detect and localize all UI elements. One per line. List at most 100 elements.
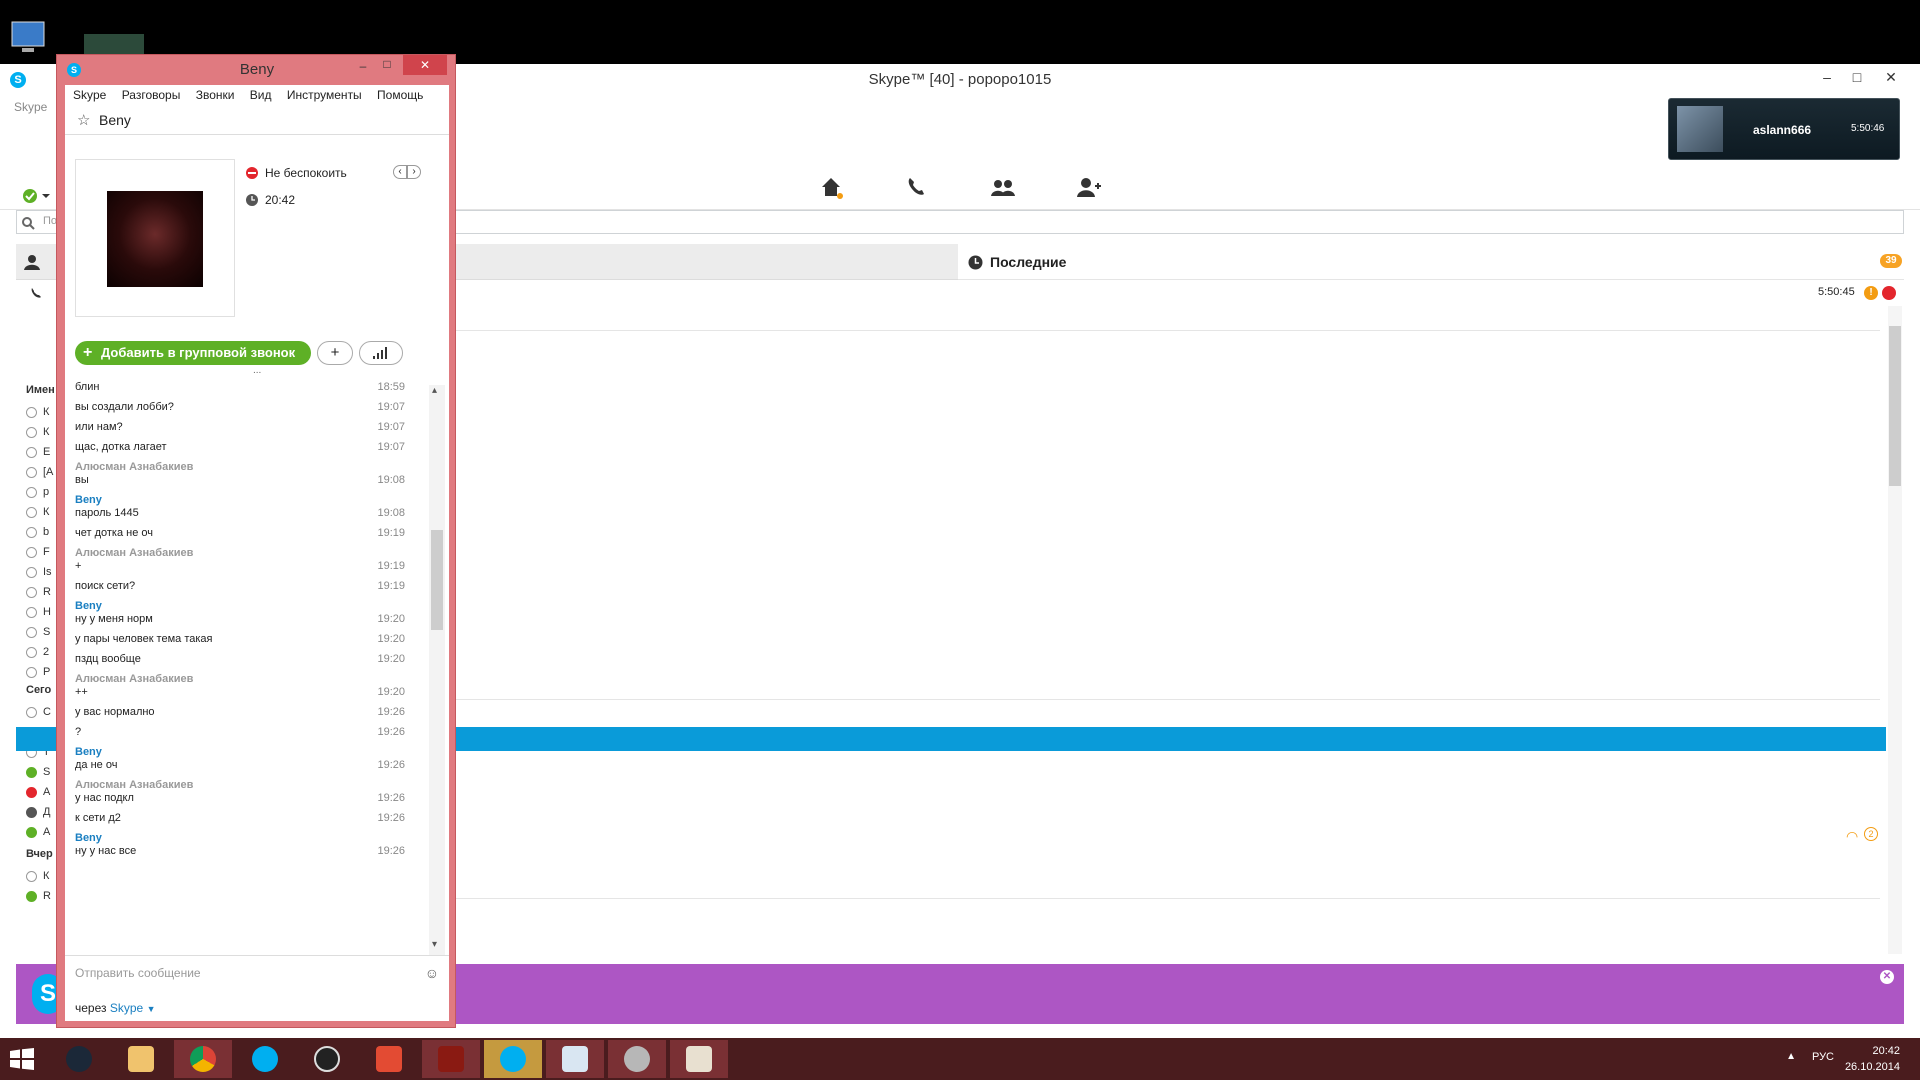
status-prev-button[interactable]: ‹ xyxy=(393,165,407,179)
chat-window: S Beny – □ ✕ Skype Разговоры Звонки Вид … xyxy=(56,54,456,1028)
emoticon-icon[interactable]: ☺ xyxy=(425,956,439,990)
recent-tab-label: Последние xyxy=(990,254,1067,270)
chat-close-button[interactable]: ✕ xyxy=(403,55,447,75)
contact-row[interactable]: F xyxy=(26,546,56,562)
contact-name-fragment: S xyxy=(43,766,51,778)
add-contact-icon[interactable] xyxy=(1076,174,1102,200)
close-button[interactable]: ✕ xyxy=(1876,64,1906,92)
phone-small-icon xyxy=(31,288,41,298)
add-button[interactable]: + xyxy=(317,341,353,365)
menu-view[interactable]: Вид xyxy=(250,88,272,102)
contact-row[interactable]: 2 xyxy=(26,646,56,662)
main-scrollbar-thumb[interactable] xyxy=(1889,326,1901,486)
folder-icon xyxy=(128,1046,154,1072)
taskbar-chrome[interactable] xyxy=(174,1040,232,1078)
menu-tools[interactable]: Инструменты xyxy=(287,88,362,102)
taskbar-disc[interactable] xyxy=(608,1040,666,1078)
contact-row[interactable]: р xyxy=(26,486,56,502)
taskbar-steam[interactable] xyxy=(50,1040,108,1078)
contacts-icon[interactable] xyxy=(990,174,1016,200)
contact-row[interactable]: К xyxy=(26,506,56,522)
contact-row[interactable]: Is xyxy=(26,566,56,582)
maximize-button[interactable]: □ xyxy=(1842,64,1872,92)
message-row: пароль 1445 19:08 xyxy=(75,507,405,519)
menu-conversations[interactable]: Разговоры xyxy=(122,88,181,102)
contact-name-fragment: R xyxy=(43,890,51,902)
taskbar-obs[interactable] xyxy=(298,1040,356,1078)
contact-row[interactable]: К xyxy=(26,406,56,422)
contact-name-fragment: 2 xyxy=(43,646,50,658)
message-row: вы создали лобби? 19:07 xyxy=(75,401,405,413)
add-to-group-call-button[interactable]: + Добавить в групповой звонок xyxy=(75,341,311,365)
contact-row[interactable]: S xyxy=(26,766,56,782)
contact-row[interactable]: b xyxy=(26,526,56,542)
scroll-up-arrow[interactable]: ▴ xyxy=(432,385,437,396)
tray-arrow-icon[interactable]: ▲ xyxy=(1786,1051,1796,1062)
start-button[interactable] xyxy=(10,1048,34,1070)
contact-row[interactable]: Е xyxy=(26,446,56,462)
call-quality-button[interactable] xyxy=(359,341,403,365)
taskbar-window[interactable] xyxy=(546,1040,604,1078)
taskbar-ccleaner[interactable] xyxy=(360,1040,418,1078)
notification-avatar xyxy=(1677,106,1723,152)
contact-row[interactable]: R xyxy=(26,586,56,602)
taskbar-document[interactable] xyxy=(670,1040,728,1078)
message-author: Beny xyxy=(75,746,102,758)
computer-desktop-icon[interactable] xyxy=(6,18,50,62)
separator-line xyxy=(456,330,1880,331)
message-placeholder: Отправить сообщение xyxy=(75,966,201,980)
taskbar-skype[interactable] xyxy=(236,1040,294,1078)
taskbar-skype-chat[interactable] xyxy=(484,1040,542,1078)
contact-row[interactable]: А xyxy=(26,826,56,842)
contact-row[interactable]: К xyxy=(26,426,56,442)
wifi-icon: ◠ xyxy=(1846,828,1859,844)
taskbar-dota2[interactable] xyxy=(422,1040,480,1078)
tab-recent[interactable]: Последние 39 xyxy=(958,244,1904,280)
chat-maximize-button[interactable]: □ xyxy=(377,57,397,77)
contact-row[interactable]: С xyxy=(26,706,56,722)
message-row: у нас подкл 19:26 xyxy=(75,792,405,804)
contact-row[interactable]: R xyxy=(26,890,56,906)
via-selector[interactable]: через Skype ▼ xyxy=(75,1001,155,1015)
contact-row[interactable]: Н xyxy=(26,606,56,622)
status-dropdown[interactable] xyxy=(22,188,52,204)
system-clock[interactable]: 20:42 26.10.2014 xyxy=(1845,1043,1900,1075)
chat-minimize-button[interactable]: – xyxy=(353,59,373,79)
scroll-down-arrow[interactable]: ▾ xyxy=(432,939,437,950)
status-next-button[interactable]: › xyxy=(407,165,421,179)
home-icon[interactable] xyxy=(818,174,844,200)
contacts-tab[interactable] xyxy=(455,244,958,280)
contact-name-fragment: К xyxy=(43,406,50,418)
contact-row[interactable]: Р xyxy=(26,666,56,682)
language-indicator[interactable]: РУС xyxy=(1812,1051,1834,1063)
plus-icon: + xyxy=(83,344,93,361)
contact-row[interactable]: S xyxy=(26,626,56,642)
call-row[interactable] xyxy=(16,286,56,306)
phone-icon[interactable] xyxy=(904,174,930,200)
chat-scrollbar-thumb[interactable] xyxy=(431,530,443,630)
contact-status-icon xyxy=(26,486,37,498)
message-input[interactable]: Отправить сообщение ☺ xyxy=(65,955,449,989)
incoming-notification[interactable]: aslann666 5:50:46 xyxy=(1668,98,1900,160)
windows-icon xyxy=(10,1048,34,1070)
via-service[interactable]: Skype xyxy=(110,1001,143,1015)
main-scrollbar[interactable] xyxy=(1888,306,1902,954)
contact-row[interactable]: [А xyxy=(26,466,56,482)
contact-row[interactable]: Д xyxy=(26,806,56,822)
recent-count-badge: 39 xyxy=(1880,254,1902,268)
chat-scrollbar[interactable]: ▴ ▾ xyxy=(429,385,445,955)
menu-help[interactable]: Помощь xyxy=(377,88,423,102)
menu-skype[interactable]: Skype xyxy=(73,88,106,102)
favorite-star-icon[interactable]: ☆ xyxy=(77,111,90,129)
main-menu-skype[interactable]: Skype xyxy=(14,100,47,114)
contact-row[interactable]: А xyxy=(26,786,56,802)
message-row: чет дотка не оч 19:19 xyxy=(75,527,405,539)
message-row: поиск сети? 19:19 xyxy=(75,580,405,592)
minimize-button[interactable]: – xyxy=(1812,64,1842,92)
menu-calls[interactable]: Звонки xyxy=(196,88,235,102)
taskbar-explorer[interactable] xyxy=(112,1040,170,1078)
contact-row[interactable]: К xyxy=(26,870,56,886)
game-desktop-icon[interactable] xyxy=(84,34,144,56)
ad-close-button[interactable]: ✕ xyxy=(1880,970,1894,984)
chrome-icon xyxy=(190,1046,216,1072)
